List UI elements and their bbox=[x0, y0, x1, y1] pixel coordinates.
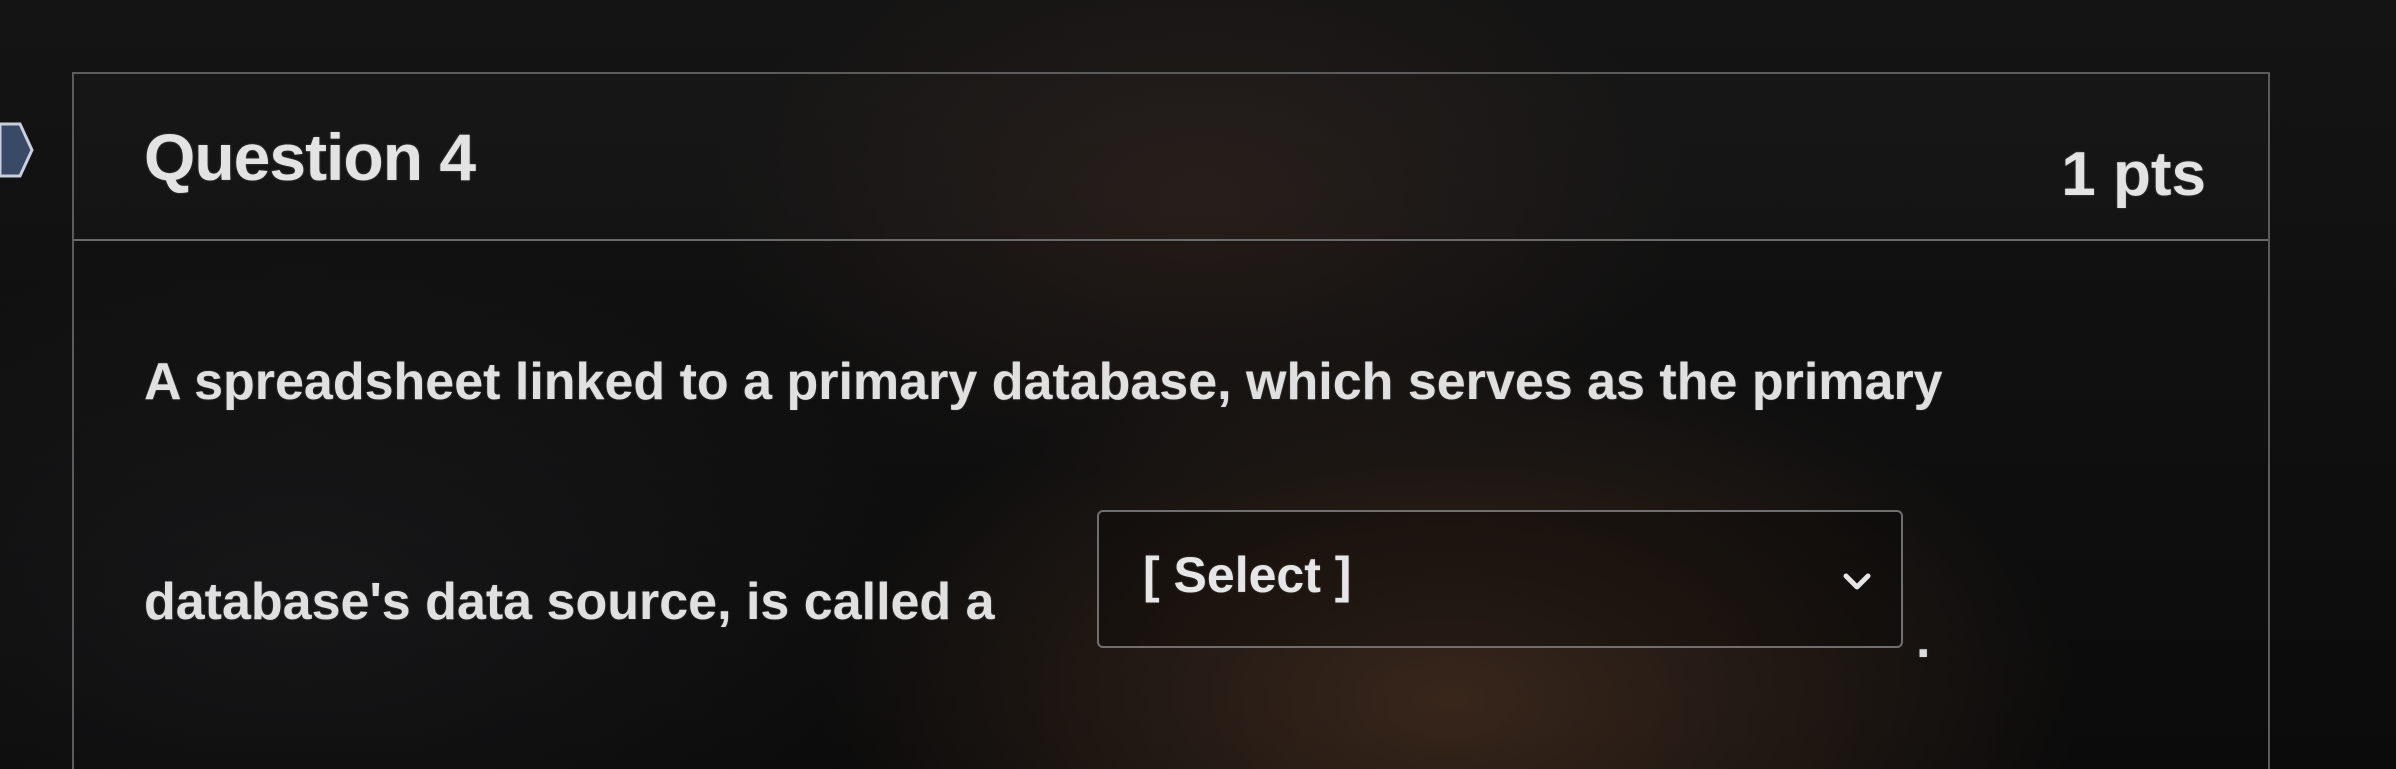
question-points: 1 pts bbox=[2061, 140, 2206, 209]
question-title: Question 4 bbox=[144, 120, 476, 194]
question-card: Question 4 1 pts A spreadsheet linked to… bbox=[72, 72, 2270, 769]
question-header: Question 4 1 pts bbox=[74, 74, 2268, 241]
question-text-line-2: database's data source, is called a bbox=[144, 573, 995, 631]
chevron-down-icon bbox=[1843, 573, 1871, 590]
dropdown-selected-value: [ Select ] bbox=[1143, 547, 1352, 603]
bookmark-flag-icon[interactable] bbox=[0, 118, 34, 182]
trailing-period: . bbox=[1916, 611, 1931, 669]
answer-dropdown[interactable]: [ Select ] bbox=[1097, 510, 1903, 648]
question-text-line-1: A spreadsheet linked to a primary databa… bbox=[144, 353, 1943, 411]
